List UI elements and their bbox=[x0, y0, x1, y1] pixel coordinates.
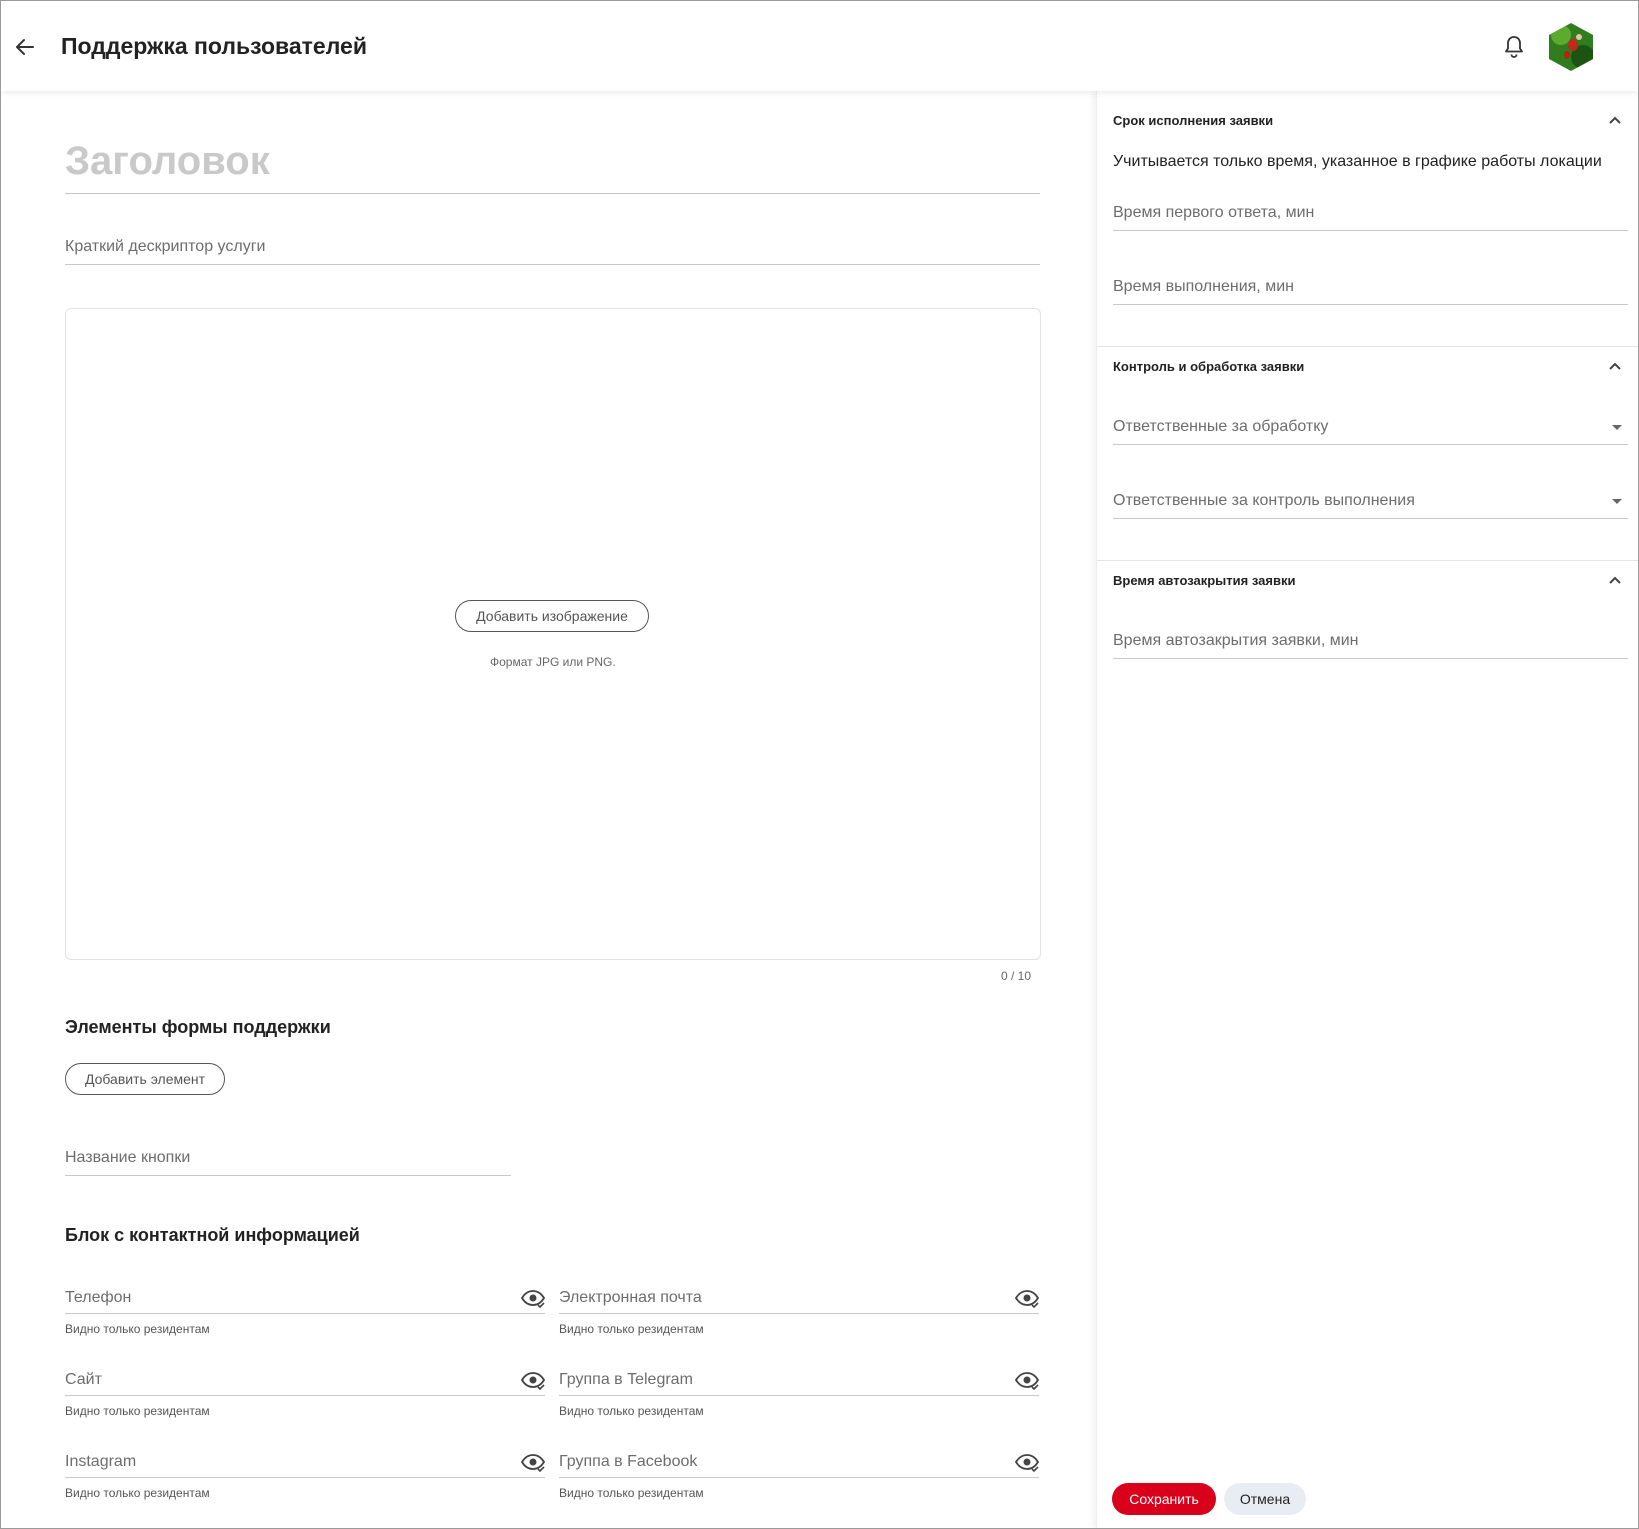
eye-visibility-icon[interactable] bbox=[521, 1371, 545, 1391]
contact-note: Видно только резидентам bbox=[65, 1486, 210, 1500]
processing-select[interactable]: Ответственные за обработку bbox=[1113, 404, 1628, 445]
contact-label: Телефон bbox=[65, 1289, 132, 1306]
back-arrow-icon[interactable] bbox=[13, 35, 37, 59]
contact-phone: Телефон Видно только резидентам bbox=[65, 1273, 545, 1343]
contact-note: Видно только резидентам bbox=[65, 1322, 210, 1336]
descriptor-input[interactable]: Краткий дескриптор услуги bbox=[65, 224, 1040, 265]
form-elements-title: Элементы формы поддержки bbox=[65, 1017, 331, 1037]
control-section-title: Контроль и обработка заявки bbox=[1113, 359, 1305, 374]
eye-visibility-icon[interactable] bbox=[1015, 1371, 1039, 1391]
contact-note: Видно только резидентам bbox=[559, 1322, 704, 1336]
contact-note: Видно только резидентам bbox=[559, 1404, 704, 1418]
top-bar: Поддержка пользователей bbox=[1, 1, 1638, 91]
eye-visibility-icon[interactable] bbox=[1015, 1289, 1039, 1309]
add-image-button[interactable]: Добавить изображение bbox=[455, 600, 649, 632]
contact-label: Электронная почта bbox=[559, 1289, 702, 1306]
contact-facebook: Группа в Facebook Видно только резидента… bbox=[559, 1437, 1039, 1507]
deadline-note: Учитывается только время, указанное в гр… bbox=[1113, 153, 1602, 170]
image-upload-area[interactable]: Добавить изображение Формат JPG или PNG. bbox=[65, 308, 1041, 960]
eye-visibility-icon[interactable] bbox=[1015, 1453, 1039, 1473]
save-button[interactable]: Сохранить bbox=[1112, 1483, 1216, 1515]
cancel-button[interactable]: Отмена bbox=[1224, 1483, 1306, 1515]
panel-footer: Сохранить Отмена bbox=[1097, 1471, 1638, 1528]
button-name-input[interactable]: Название кнопки bbox=[65, 1135, 511, 1176]
title-input[interactable]: Заголовок bbox=[65, 139, 1040, 194]
button-name-placeholder: Название кнопки bbox=[65, 1149, 191, 1166]
first-response-placeholder: Время первого ответа, мин bbox=[1113, 204, 1315, 221]
app-window: Поддержка пользователей Заголовок Кратки… bbox=[0, 0, 1639, 1529]
execution-time-placeholder: Время выполнения, мин bbox=[1113, 278, 1294, 295]
autoclose-placeholder: Время автозакрытия заявки, мин bbox=[1113, 632, 1359, 649]
control-placeholder: Ответственные за контроль выполнения bbox=[1113, 492, 1415, 509]
contact-instagram: Instagram Видно только резидентам bbox=[65, 1437, 545, 1507]
eye-visibility-icon[interactable] bbox=[521, 1453, 545, 1473]
execution-time-input[interactable]: Время выполнения, мин bbox=[1113, 264, 1628, 305]
contact-email: Электронная почта Видно только резидента… bbox=[559, 1273, 1039, 1343]
control-select[interactable]: Ответственные за контроль выполнения bbox=[1113, 478, 1628, 519]
title-placeholder: Заголовок bbox=[65, 139, 270, 183]
contact-note: Видно только резидентам bbox=[65, 1404, 210, 1418]
phone-input[interactable] bbox=[65, 1273, 545, 1314]
contact-label: Группа в Facebook bbox=[559, 1453, 698, 1470]
contact-label: Группа в Telegram bbox=[559, 1371, 693, 1388]
contact-label: Instagram bbox=[65, 1453, 137, 1470]
bell-icon[interactable] bbox=[1502, 34, 1526, 60]
add-element-button[interactable]: Добавить элемент bbox=[65, 1063, 225, 1095]
main-content: Заголовок Краткий дескриптор услуги Доба… bbox=[1, 91, 1096, 1528]
image-counter: 0 / 10 bbox=[1001, 969, 1032, 983]
contact-telegram: Группа в Telegram Видно только резидента… bbox=[559, 1355, 1039, 1425]
contact-site: Сайт Видно только резидентам bbox=[65, 1355, 545, 1425]
image-format-hint: Формат JPG или PNG. bbox=[490, 655, 616, 669]
dropdown-arrow-icon bbox=[1612, 499, 1622, 504]
chevron-up-icon[interactable] bbox=[1608, 575, 1622, 585]
settings-panel: Срок исполнения заявки Учитывается тольк… bbox=[1096, 91, 1638, 1528]
autoclose-input[interactable]: Время автозакрытия заявки, мин bbox=[1113, 618, 1628, 659]
descriptor-placeholder: Краткий дескриптор услуги bbox=[65, 238, 266, 255]
dropdown-arrow-icon bbox=[1612, 425, 1622, 430]
eye-visibility-icon[interactable] bbox=[521, 1289, 545, 1309]
section-divider bbox=[1097, 346, 1638, 347]
deadline-section-title: Срок исполнения заявки bbox=[1113, 113, 1274, 128]
section-divider bbox=[1097, 560, 1638, 561]
first-response-input[interactable]: Время первого ответа, мин bbox=[1113, 190, 1628, 231]
contact-note: Видно только резидентам bbox=[559, 1486, 704, 1500]
instagram-input[interactable] bbox=[65, 1437, 545, 1478]
page-title: Поддержка пользователей bbox=[61, 33, 367, 59]
processing-placeholder: Ответственные за обработку bbox=[1113, 418, 1329, 435]
autoclose-section-title: Время автозакрытия заявки bbox=[1113, 573, 1296, 588]
site-input[interactable] bbox=[65, 1355, 545, 1396]
contact-block-title: Блок с контактной информацией bbox=[65, 1225, 360, 1245]
contact-label: Сайт bbox=[65, 1371, 102, 1388]
avatar[interactable] bbox=[1549, 23, 1593, 71]
chevron-up-icon[interactable] bbox=[1608, 115, 1622, 125]
chevron-up-icon[interactable] bbox=[1608, 361, 1622, 371]
